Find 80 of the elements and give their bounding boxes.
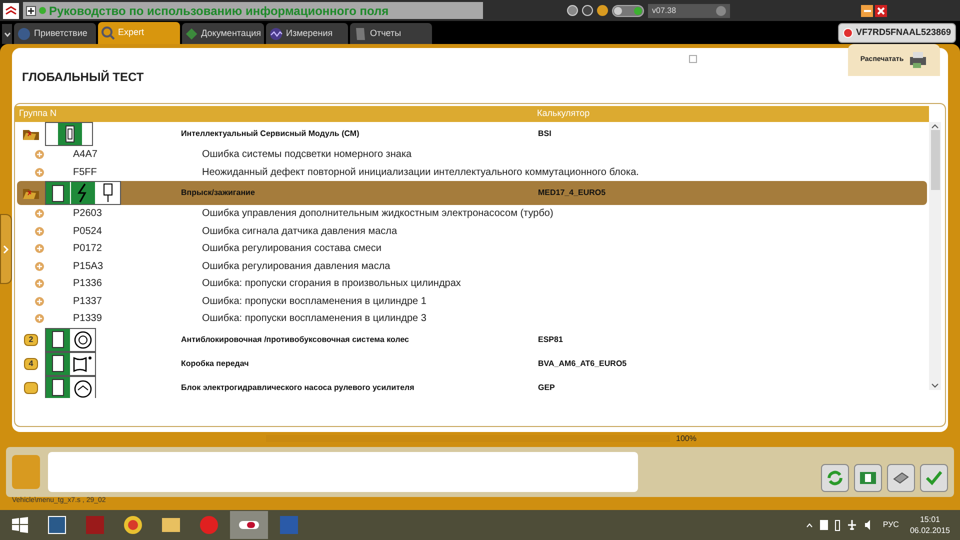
group-name: Интеллектуальный Сервисный Модуль (СМ) [181, 128, 360, 140]
group-row[interactable]: Блок электрогидравлического насоса рулевого усилителя GEP [17, 376, 927, 398]
page-title: ГЛОБАЛЬНЫЙ ТЕСТ [22, 69, 144, 86]
fault-description: Неожиданный дефект повторной инициализации интеллектуального коммутационного блока. [202, 166, 639, 180]
tab[interactable]: Измерения [266, 23, 348, 44]
chevron-right-icon [3, 244, 9, 254]
fault-code: P2603 [73, 207, 102, 222]
fault-description: Ошибка: пропуски воспламенения в цилиндре 1 [202, 294, 426, 309]
column-header: Группа N [19, 107, 57, 120]
start-icon[interactable] [10, 515, 30, 535]
wave-icon [269, 26, 283, 40]
fault-code: F5FF [73, 166, 97, 180]
vin-button[interactable]: VF7RD5FNAAL523869 [838, 23, 956, 43]
checkmark-icon [925, 470, 943, 486]
group-row[interactable]: Интеллектуальный Сервисный Модуль (СМ) BSI [17, 122, 927, 146]
refresh-button[interactable] [821, 464, 849, 492]
caret-up-icon[interactable] [806, 522, 813, 528]
fault-description: Ошибка регулирования давления масла [202, 260, 390, 274]
module-button[interactable] [854, 464, 882, 492]
logo-icon [3, 2, 19, 18]
group-row[interactable]: 4 Коробка передач BVA_AM6_AT6_EURO5 [17, 352, 927, 376]
fault-description: Ошибка регулирования состава смеси [202, 242, 382, 256]
scrollbar[interactable] [929, 122, 941, 390]
folder-badge[interactable]: 4 [24, 358, 38, 370]
calculator-name: ESP81 [538, 334, 563, 346]
fault-description: Ошибка: пропуски сгорания в произвольных цилиндрах [202, 277, 461, 292]
fault-code: A4A7 [73, 148, 98, 162]
group-name: Антиблокировочная /противобуксовочная система колес [181, 334, 409, 346]
group-name: Коробка передач [181, 358, 249, 370]
fault-code: P1336 [73, 277, 102, 292]
folder-badge[interactable]: 2 [24, 334, 38, 346]
document-button[interactable] [887, 464, 915, 492]
group-row[interactable]: Впрыск/зажигание MED17_4_EURO5 [17, 181, 927, 205]
version-text: v07.38 [652, 4, 676, 16]
calculator-name: MED17_4_EURO5 [538, 187, 606, 199]
group-name: Блок электрогидравлического насоса рулевого усилителя [181, 382, 414, 394]
open-folder-icon[interactable] [23, 128, 39, 140]
calculator-name: BSI [538, 128, 552, 140]
refresh-icon [826, 469, 844, 487]
window-title: Руководство по использованию информационного поля [49, 2, 389, 20]
fault-description: Ошибка: пропуски воспламенения в цилиндре 3 [202, 312, 426, 326]
scroll-up-icon[interactable] [931, 123, 939, 129]
scroll-thumb[interactable] [930, 130, 940, 190]
clock-time: 15:01 [920, 514, 940, 525]
volume-control[interactable] [612, 4, 644, 16]
module-icon [859, 471, 877, 485]
fault-code: P1339 [73, 312, 102, 326]
lightning-icon [71, 182, 95, 204]
clock-date: 06.02.2015 [910, 525, 950, 536]
tab[interactable]: Отчеты [350, 23, 432, 44]
calculator-name: BVA_AM6_AT6_EURO5 [538, 358, 627, 370]
fault-description: Ошибка управления дополнительным жидкостным электронасосом (турбо) [202, 207, 554, 222]
chevron-down-icon[interactable] [2, 24, 12, 44]
group-name: Впрыск/зажигание [181, 187, 255, 199]
progress-reading: 100% [676, 432, 696, 444]
tab[interactable]: Документация [182, 23, 264, 44]
folder-badge[interactable] [24, 382, 38, 394]
confirm-button[interactable] [920, 464, 948, 492]
fault-code: P0524 [73, 224, 102, 239]
fault-code: P0172 [73, 242, 102, 256]
minimize-button[interactable] [861, 4, 873, 16]
magnifier-icon [101, 26, 115, 40]
switch-app-icon[interactable] [230, 511, 268, 539]
scroll-down-icon[interactable] [931, 383, 939, 389]
calculator-name: GEP [538, 382, 555, 394]
column-header: Калькулятор [537, 107, 590, 120]
open-folder-icon[interactable] [23, 187, 39, 199]
close-button[interactable] [875, 4, 887, 16]
fault-description: Ошибка сигнала датчика давления масла [202, 224, 398, 239]
side-tab[interactable] [0, 214, 12, 284]
status-square [12, 455, 40, 489]
plus-icon[interactable] [26, 6, 36, 16]
battery-icon[interactable] [834, 520, 840, 530]
printer-icon [908, 51, 928, 69]
fault-description: Ошибка системы подсветки номерного знака [202, 148, 412, 162]
language-indicator[interactable]: РУС [882, 519, 899, 531]
fault-code: P15A3 [73, 260, 104, 274]
group-row[interactable]: 2 Антиблокировочная /противобуксовочная система колес ESP81 [17, 328, 927, 352]
tab[interactable]: Приветствие [14, 23, 96, 44]
fault-code: P1337 [73, 294, 102, 309]
